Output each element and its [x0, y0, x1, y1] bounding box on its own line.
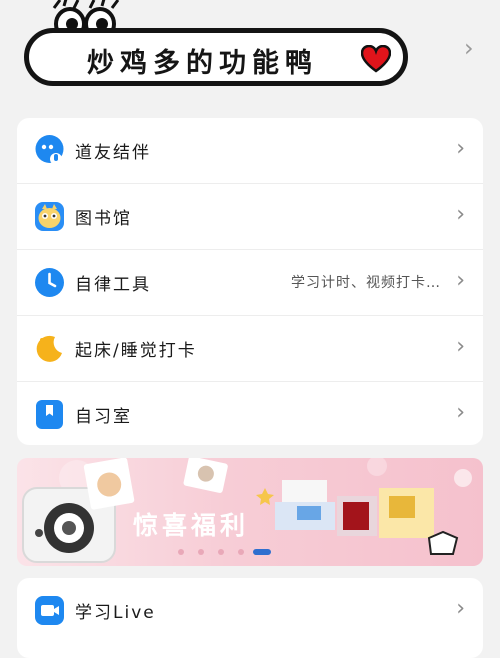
header-chevron-icon[interactable]: ›	[464, 34, 474, 62]
menu-item-label: 自律工具	[75, 275, 151, 295]
chevron-right-icon: ›	[456, 400, 465, 425]
chevron-right-icon: ›	[456, 136, 465, 161]
menu-item-study-room[interactable]: 自习室 ›	[17, 382, 483, 447]
bookmark-icon	[36, 400, 63, 429]
menu-item-label: 自习室	[75, 407, 132, 427]
video-camera-icon	[35, 596, 64, 625]
menu-item-self-discipline[interactable]: 自律工具 学习计时、视频打卡… ›	[17, 250, 483, 316]
moon-icon	[36, 335, 62, 362]
friends-bubble-icon	[35, 135, 64, 165]
banner-title: 惊喜福利	[133, 511, 250, 540]
chevron-right-icon: ›	[456, 202, 465, 227]
title-badge[interactable]: 炒鸡多的功能鸭	[24, 28, 408, 86]
menu-item-wake-sleep[interactable]: 起床/睡觉打卡 ›	[17, 316, 483, 382]
header: 炒鸡多的功能鸭 ›	[0, 0, 500, 105]
chevron-right-icon: ›	[456, 268, 465, 293]
heart-icon	[361, 45, 391, 73]
menu-item-subtitle: 学习计时、视频打卡…	[291, 275, 441, 291]
menu-item-label: 图书馆	[75, 209, 132, 229]
page-title: 炒鸡多的功能鸭	[87, 48, 318, 79]
feature-menu: 道友结伴 › 图书馆 › 自律工具 学习计时、视频打卡… › 起床/睡觉打卡 ›	[17, 118, 483, 445]
library-mascot-icon	[35, 202, 64, 231]
chevron-right-icon: ›	[456, 334, 465, 359]
menu-item-study-live[interactable]: 学习Live ›	[17, 578, 483, 643]
chevron-right-icon: ›	[456, 596, 465, 621]
menu-item-library[interactable]: 图书馆 ›	[17, 184, 483, 250]
carousel-indicator[interactable]	[177, 546, 297, 558]
menu-item-label: 道友结伴	[75, 143, 151, 163]
menu-item-companion[interactable]: 道友结伴 ›	[17, 118, 483, 184]
menu-item-label: 起床/睡觉打卡	[75, 341, 197, 361]
clock-icon	[35, 268, 64, 297]
promo-banner[interactable]: 惊喜福利	[17, 458, 483, 566]
menu-item-label: 学习Live	[75, 603, 156, 623]
live-menu: 学习Live ›	[17, 578, 483, 658]
